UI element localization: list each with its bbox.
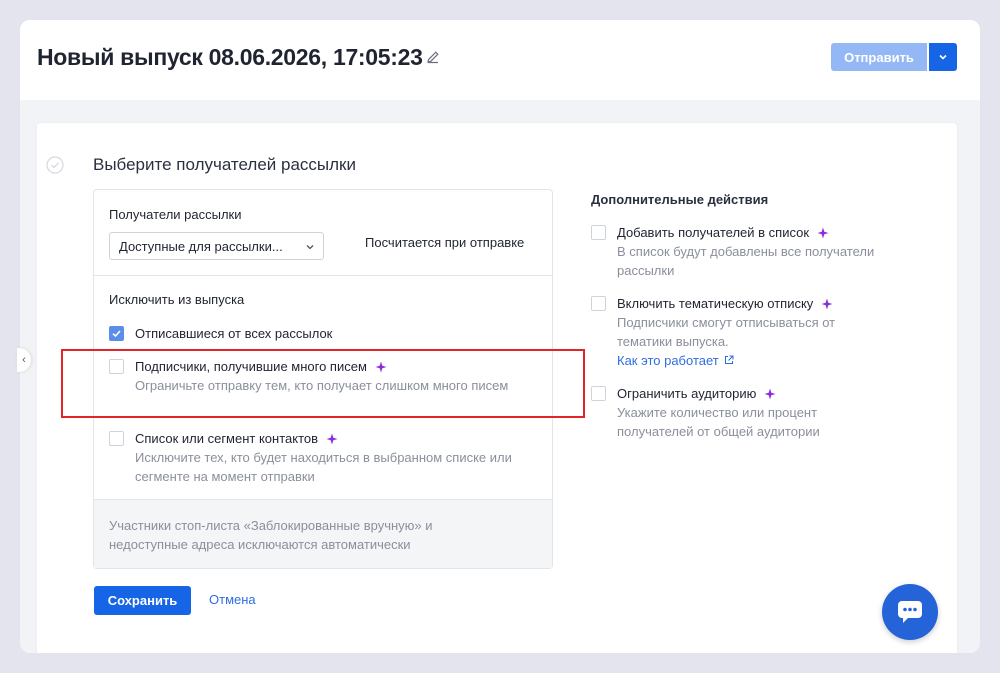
exclude-unsubscribed-label: Отписавшиеся от всех рассылок <box>135 326 333 341</box>
add-to-list-checkbox[interactable] <box>591 225 606 240</box>
pencil-icon[interactable] <box>425 49 441 65</box>
limit-audience-label: Ограничить аудиторию <box>617 386 776 401</box>
chat-button[interactable] <box>882 584 938 640</box>
exclude-list-segment-label: Список или сегмент контактов <box>135 431 338 446</box>
limit-audience-desc: Укажите количество или процент получател… <box>617 405 820 439</box>
sparkle-icon <box>326 433 338 444</box>
external-link-icon <box>725 355 734 364</box>
chevron-down-icon <box>939 54 947 60</box>
checkmark-icon <box>112 330 121 338</box>
chevron-down-icon <box>306 245 314 250</box>
sparkle-icon <box>817 227 829 238</box>
exclude-title: Исключить из выпуска <box>109 292 245 307</box>
step-title: Выберите получателей рассылки <box>93 155 356 174</box>
auto-exclusion-note: Участники стоп-листа «Заблокированные вр… <box>94 499 552 568</box>
add-to-list-label: Добавить получателей в список <box>617 225 829 240</box>
send-button[interactable]: Отправить <box>831 43 927 71</box>
send-options-button[interactable] <box>929 43 957 71</box>
recipients-select-value: Доступные для рассылки... <box>119 238 283 254</box>
topic-unsubscribe-label: Включить тематическую отписку <box>617 296 833 311</box>
chevron-left-icon: ‹ <box>22 354 26 366</box>
cancel-button[interactable]: Отмена <box>209 592 256 607</box>
chat-icon <box>898 601 922 623</box>
limit-audience-checkbox[interactable] <box>591 386 606 401</box>
how-it-works-link[interactable]: Как это работает <box>617 351 734 370</box>
exclude-unsubscribed-checkbox[interactable] <box>109 326 124 341</box>
page-title: Новый выпуск 08.06.2026, 17:05:23 <box>37 44 423 70</box>
count-note: Посчитается при отправке <box>365 235 525 250</box>
save-button[interactable]: Сохранить <box>94 586 191 615</box>
step-check-icon <box>46 156 64 174</box>
page-header: Новый выпуск 08.06.2026, 17:05:23 Отправ… <box>20 20 980 100</box>
auto-exclusion-text: Участники стоп-листа «Заблокированные вр… <box>109 518 433 552</box>
topic-unsubscribe-checkbox[interactable] <box>591 296 606 311</box>
divider <box>94 275 552 276</box>
topic-unsubscribe-desc: Подписчики смогут отписываться от темати… <box>617 315 836 349</box>
additional-actions-title: Дополнительные действия <box>591 192 769 207</box>
highlight-box <box>61 349 585 418</box>
exclude-list-segment-checkbox[interactable] <box>109 431 124 446</box>
exclude-list-segment-desc: Исключите тех, кто будет находиться в вы… <box>135 450 512 484</box>
recipients-label: Получатели рассылки <box>109 207 242 222</box>
sparkle-icon <box>821 298 833 309</box>
sparkle-icon <box>764 388 776 399</box>
recipients-select[interactable]: Доступные для рассылки... <box>109 232 324 260</box>
add-to-list-desc: В список будут добавлены все получатели … <box>617 244 875 278</box>
